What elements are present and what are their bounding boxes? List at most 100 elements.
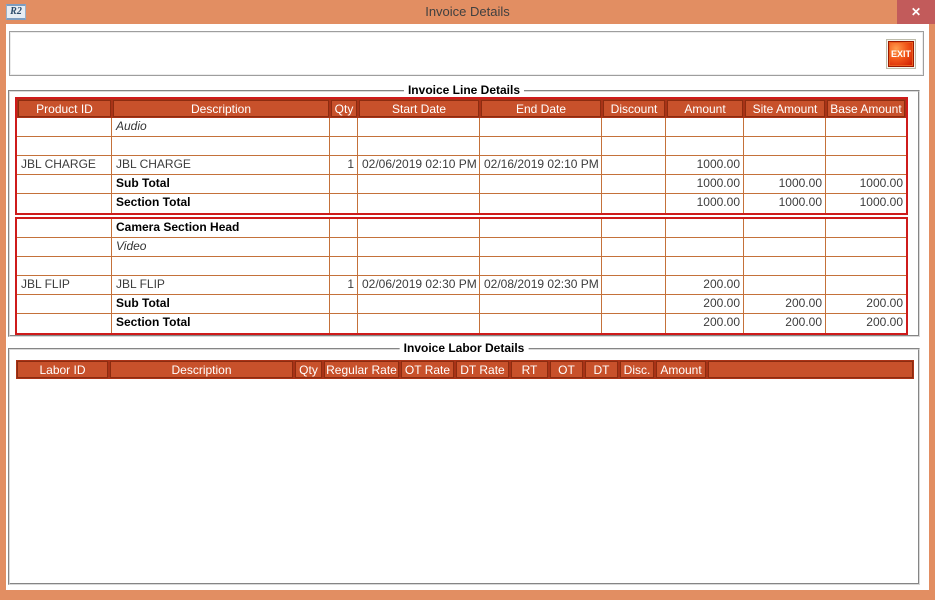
table-row[interactable]: JBL FLIPJBL FLIP102/06/2019 02:30 PM02/0…	[17, 276, 906, 295]
table-cell	[330, 219, 358, 237]
labor-header-filler	[708, 361, 913, 378]
line-details-section-1: Product IDDescriptionQtyStart DateEnd Da…	[15, 97, 908, 215]
table-cell	[602, 194, 666, 213]
table-cell	[826, 276, 906, 294]
table-cell	[17, 257, 112, 275]
table-cell: 02/06/2019 02:30 PM	[358, 276, 480, 294]
table-row[interactable]: Audio	[17, 118, 906, 137]
table-cell	[330, 257, 358, 275]
table-cell	[330, 194, 358, 213]
table-cell: 200.00	[826, 295, 906, 313]
table-cell	[17, 194, 112, 213]
table-cell	[480, 314, 602, 333]
line-column-header-end-date[interactable]: End Date	[481, 100, 601, 117]
exit-button[interactable]: EXIT	[888, 41, 914, 67]
table-cell	[480, 257, 602, 275]
table-row[interactable]	[17, 137, 906, 156]
table-cell	[17, 175, 112, 193]
table-cell: 1000.00	[666, 175, 744, 193]
table-cell	[17, 219, 112, 237]
labor-column-header-disc-[interactable]: Disc.	[620, 361, 654, 378]
table-cell	[330, 295, 358, 313]
close-button[interactable]: ✕	[897, 0, 935, 24]
table-cell: Section Total	[112, 194, 330, 213]
table-cell	[744, 238, 826, 256]
table-cell	[666, 238, 744, 256]
table-cell	[17, 118, 112, 136]
table-cell	[602, 219, 666, 237]
labor-column-header-description[interactable]: Description	[110, 361, 293, 378]
invoice-line-details-groupbox: Invoice Line Details Product IDDescripti…	[8, 90, 920, 337]
table-cell	[744, 219, 826, 237]
table-cell: 1000.00	[666, 156, 744, 174]
table-cell: Section Total	[112, 314, 330, 333]
toolbar-panel: EXIT	[9, 31, 924, 76]
labor-column-header-qty[interactable]: Qty	[295, 361, 322, 378]
table-cell	[826, 238, 906, 256]
table-cell	[826, 137, 906, 155]
invoice-details-window: { "window": { "title": "Invoice Details"…	[0, 0, 935, 600]
table-cell: Sub Total	[112, 175, 330, 193]
labor-column-header-rt[interactable]: RT	[511, 361, 548, 378]
labor-column-header-dt-rate[interactable]: DT Rate	[456, 361, 509, 378]
table-cell: 200.00	[826, 314, 906, 333]
table-cell	[480, 295, 602, 313]
table-cell	[330, 175, 358, 193]
table-cell: 1000.00	[826, 175, 906, 193]
table-cell: 1000.00	[744, 194, 826, 213]
invoice-labor-details-groupbox: Invoice Labor Details Labor IDDescriptio…	[8, 348, 920, 585]
table-cell	[358, 194, 480, 213]
table-row[interactable]: Camera Section Head	[17, 219, 906, 238]
table-cell: JBL CHARGE	[17, 156, 112, 174]
table-cell	[666, 137, 744, 155]
line-column-header-start-date[interactable]: Start Date	[359, 100, 479, 117]
table-cell	[666, 118, 744, 136]
labor-column-header-ot[interactable]: OT	[550, 361, 583, 378]
line-column-header-amount[interactable]: Amount	[667, 100, 743, 117]
table-row[interactable]	[17, 257, 906, 276]
table-cell	[480, 137, 602, 155]
labor-column-header-dt[interactable]: DT	[585, 361, 618, 378]
table-cell: 02/16/2019 02:10 PM	[480, 156, 602, 174]
table-cell	[602, 295, 666, 313]
table-cell	[826, 118, 906, 136]
table-cell	[666, 257, 744, 275]
table-cell: 200.00	[666, 314, 744, 333]
table-row[interactable]: Sub Total1000.001000.001000.00	[17, 175, 906, 194]
table-cell	[358, 295, 480, 313]
table-row[interactable]: Sub Total200.00200.00200.00	[17, 295, 906, 314]
table-cell	[358, 238, 480, 256]
table-cell	[480, 175, 602, 193]
invoice-line-details-legend: Invoice Line Details	[404, 83, 524, 97]
table-cell	[358, 118, 480, 136]
labor-column-header-amount[interactable]: Amount	[656, 361, 706, 378]
table-cell	[17, 137, 112, 155]
table-cell	[358, 175, 480, 193]
table-cell: 1000.00	[666, 194, 744, 213]
line-column-header-site-amount[interactable]: Site Amount	[745, 100, 825, 117]
table-row[interactable]: Video	[17, 238, 906, 257]
table-cell	[744, 156, 826, 174]
line-column-header-base-amount[interactable]: Base Amount	[827, 100, 905, 117]
table-cell	[602, 238, 666, 256]
exit-button-frame: EXIT	[886, 39, 916, 69]
table-cell	[17, 314, 112, 333]
table-cell	[602, 314, 666, 333]
table-cell: 1	[330, 276, 358, 294]
line-column-header-product-id[interactable]: Product ID	[18, 100, 111, 117]
line-column-header-description[interactable]: Description	[113, 100, 329, 117]
labor-column-header-labor-id[interactable]: Labor ID	[17, 361, 108, 378]
table-cell	[602, 257, 666, 275]
table-cell	[744, 137, 826, 155]
line-column-header-discount[interactable]: Discount	[603, 100, 665, 117]
labor-column-header-ot-rate[interactable]: OT Rate	[401, 361, 454, 378]
line-column-header-qty[interactable]: Qty	[331, 100, 357, 117]
table-row[interactable]: Section Total1000.001000.001000.00	[17, 194, 906, 213]
table-row[interactable]: JBL CHARGEJBL CHARGE102/06/2019 02:10 PM…	[17, 156, 906, 175]
table-row[interactable]: Section Total200.00200.00200.00	[17, 314, 906, 333]
table-cell	[602, 276, 666, 294]
table-cell	[330, 137, 358, 155]
table-cell	[480, 219, 602, 237]
table-cell	[358, 137, 480, 155]
labor-column-header-regular-rate[interactable]: Regular Rate	[324, 361, 399, 378]
